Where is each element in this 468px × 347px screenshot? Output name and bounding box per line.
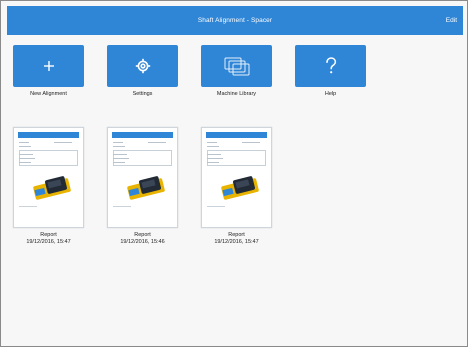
machine-library-button[interactable] <box>201 45 272 87</box>
machine-image <box>127 176 165 200</box>
report-thumbnail[interactable] <box>107 127 178 228</box>
report-caption: Report 19/12/2016, 15:46 <box>98 232 188 246</box>
gear-icon <box>135 58 150 74</box>
settings-button[interactable] <box>107 45 178 87</box>
report-date: 19/12/2016, 15:47 <box>26 239 71 245</box>
machine-library-icon <box>224 57 249 76</box>
new-alignment-label: New Alignment <box>30 91 67 97</box>
report-thumbnail[interactable] <box>201 127 272 228</box>
machine-image <box>221 176 259 200</box>
report-date: 19/12/2016, 15:47 <box>214 239 259 245</box>
report-title: Report <box>40 232 57 238</box>
main-content: New Alignment Settings Machine Library H… <box>7 35 463 345</box>
report-date: 19/12/2016, 15:46 <box>120 239 165 245</box>
help-icon <box>325 57 336 74</box>
page-title: Shaft Alignment - Spacer <box>197 17 273 24</box>
report-header-bar <box>112 132 173 138</box>
report-header-bar <box>18 132 79 138</box>
report-thumbnail[interactable] <box>13 127 84 228</box>
help-button[interactable] <box>295 45 366 87</box>
machine-image <box>33 176 71 200</box>
report-header-bar <box>206 132 267 138</box>
report-caption: Report 19/12/2016, 15:47 <box>192 232 282 246</box>
report-title: Report <box>134 232 151 238</box>
report-title: Report <box>228 232 245 238</box>
new-alignment-button[interactable] <box>13 45 84 87</box>
machine-library-label: Machine Library <box>216 91 257 97</box>
app-window: Shaft Alignment - Spacer Edit New Alignm… <box>0 0 468 347</box>
report-caption: Report 19/12/2016, 15:47 <box>4 232 94 246</box>
plus-icon <box>43 61 54 71</box>
header-bar: Shaft Alignment - Spacer Edit <box>7 6 463 35</box>
help-label: Help <box>324 91 337 97</box>
settings-label: Settings <box>132 91 153 97</box>
edit-button[interactable]: Edit <box>446 6 457 35</box>
